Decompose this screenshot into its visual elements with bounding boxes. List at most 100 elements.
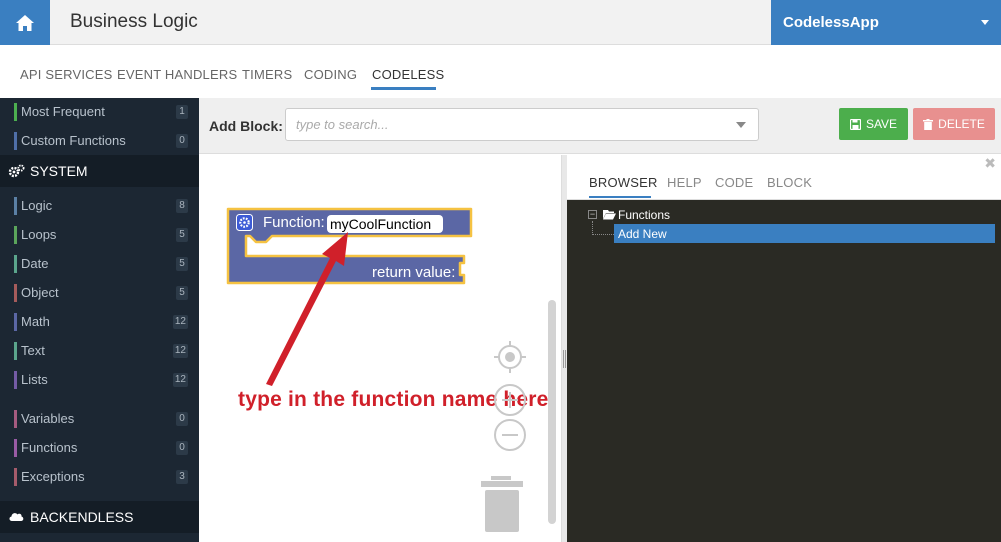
home-button[interactable] — [0, 0, 50, 45]
caret-down-icon[interactable] — [736, 122, 746, 128]
save-button-label: SAVE — [865, 117, 898, 131]
sidebar-item-loops[interactable]: Loops 5 — [14, 224, 194, 246]
category-color-bar — [14, 132, 17, 150]
sidebar-item-count: 3 — [176, 470, 188, 484]
sidebar-item-exceptions[interactable]: Exceptions 3 — [14, 466, 194, 488]
tab-timers[interactable]: TIMERS — [242, 67, 292, 82]
tab-coding[interactable]: CODING — [304, 67, 357, 82]
sidebar-item-count: 5 — [176, 228, 188, 242]
save-button[interactable]: SAVE — [839, 108, 908, 140]
cloud-icon — [8, 510, 26, 522]
zoom-out-icon[interactable] — [493, 418, 527, 452]
top-bar: Business Logic CodelessApp — [0, 0, 1001, 45]
block-search-input[interactable] — [286, 109, 706, 140]
floppy-disk-icon — [849, 118, 861, 130]
sidebar-item-most-frequent[interactable]: Most Frequent 1 — [14, 101, 194, 123]
delete-button[interactable]: DELETE — [913, 108, 995, 140]
sidebar-item-label: Most Frequent — [21, 104, 105, 119]
category-color-bar — [14, 468, 17, 486]
tab-api-services[interactable]: API SERVICES — [20, 67, 112, 82]
sidebar-item-variables[interactable]: Variables 0 — [14, 408, 194, 430]
category-color-bar — [14, 284, 17, 302]
tab-help[interactable]: HELP — [667, 175, 702, 190]
sidebar-item-text[interactable]: Text 12 — [14, 340, 194, 362]
tab-code[interactable]: CODE — [715, 175, 753, 190]
category-color-bar — [14, 410, 17, 428]
block-category-sidebar: Most Frequent 1 Custom Functions 0 SYSTE… — [0, 98, 199, 542]
sidebar-item-math[interactable]: Math 12 — [14, 311, 194, 333]
category-color-bar — [14, 255, 17, 273]
panel-tabs: BROWSER HELP CODE BLOCK ✖ — [567, 155, 1001, 200]
sidebar-item-label: Loops — [21, 227, 57, 242]
sidebar-item-date[interactable]: Date 5 — [14, 253, 194, 275]
sidebar-section-backendless[interactable]: BACKENDLESS — [0, 501, 199, 533]
sidebar-item-count: 5 — [176, 257, 188, 271]
sidebar-item-label: Lists — [21, 372, 48, 387]
sidebar-item-label: Math — [21, 314, 50, 329]
tab-block[interactable]: BLOCK — [767, 175, 812, 190]
sidebar-item-count: 5 — [176, 286, 188, 300]
home-icon — [16, 14, 34, 31]
main-tabs: API SERVICES EVENT HANDLERS TIMERS CODIN… — [0, 46, 1001, 98]
tree-node-add-new[interactable]: Add New — [614, 224, 995, 243]
sidebar-item-label: Logic — [21, 198, 53, 213]
active-tab-indicator — [371, 87, 436, 90]
category-color-bar — [14, 226, 17, 244]
sidebar-section-system[interactable]: SYSTEM — [0, 155, 199, 187]
sidebar-section-title: BACKENDLESS — [30, 509, 134, 525]
sidebar-item-label: Date — [21, 256, 49, 271]
delete-button-label: DELETE — [938, 117, 985, 131]
tree-connector — [592, 221, 614, 235]
category-color-bar — [14, 197, 17, 215]
splitter-grip-icon[interactable] — [563, 350, 566, 368]
gears-icon — [8, 164, 26, 178]
sidebar-item-label: Functions — [21, 440, 78, 455]
sidebar-item-logic[interactable]: Logic 8 — [14, 195, 194, 217]
return-value-label: return value: — [372, 264, 456, 281]
sidebar-item-count: 0 — [176, 441, 188, 455]
sidebar-item-count: 1 — [176, 105, 188, 119]
category-color-bar — [14, 439, 17, 457]
category-color-bar — [14, 313, 17, 331]
sidebar-item-label: Variables — [21, 411, 75, 426]
add-block-label: Add Block: — [209, 118, 283, 134]
sidebar-item-functions[interactable]: Functions 0 — [14, 437, 194, 459]
trash-icon — [923, 118, 934, 130]
sidebar-item-count: 0 — [176, 134, 188, 148]
app-name: CodelessApp — [783, 14, 879, 31]
tree-collapse-icon[interactable]: − — [588, 210, 597, 219]
sidebar-item-count: 8 — [176, 199, 188, 213]
tab-codeless[interactable]: CODELESS — [372, 67, 444, 82]
sidebar-item-count: 0 — [176, 412, 188, 426]
sidebar-item-count: 12 — [172, 315, 188, 329]
sidebar-item-label: Object — [21, 285, 59, 300]
tab-browser[interactable]: BROWSER — [589, 175, 658, 190]
active-panel-tab-indicator — [589, 196, 651, 198]
annotation-arrow-icon — [266, 232, 348, 386]
sidebar-section-title: SYSTEM — [30, 163, 88, 179]
sidebar-item-label: Text — [21, 343, 45, 358]
category-color-bar — [14, 371, 17, 389]
add-block-toolbar: Add Block: SAVE DELETE — [199, 98, 1001, 154]
function-label: Function: — [263, 214, 325, 231]
app-selector[interactable]: CodelessApp — [771, 0, 1001, 45]
sidebar-item-lists[interactable]: Lists 12 — [14, 369, 194, 391]
close-icon[interactable]: ✖ — [984, 155, 996, 172]
zoom-in-icon[interactable] — [493, 383, 527, 417]
tree-node-functions[interactable]: Functions — [618, 208, 670, 222]
sidebar-item-object[interactable]: Object 5 — [14, 282, 194, 304]
trash-bin-icon[interactable] — [481, 476, 523, 534]
sidebar-item-count: 12 — [172, 344, 188, 358]
sidebar-item-label: Exceptions — [21, 469, 85, 484]
sidebar-item-custom-functions[interactable]: Custom Functions 0 — [14, 130, 194, 152]
sidebar-item-label: Custom Functions — [21, 133, 126, 148]
category-color-bar — [14, 103, 17, 121]
folder-open-icon — [603, 210, 616, 220]
recenter-target-icon[interactable] — [493, 340, 527, 374]
block-search-combobox[interactable] — [285, 108, 759, 141]
caret-down-icon — [981, 20, 989, 25]
tab-event-handlers[interactable]: EVENT HANDLERS — [117, 67, 237, 82]
gear-settings-icon[interactable] — [236, 214, 253, 231]
category-color-bar — [14, 342, 17, 360]
workspace-scrollbar[interactable] — [548, 300, 556, 524]
